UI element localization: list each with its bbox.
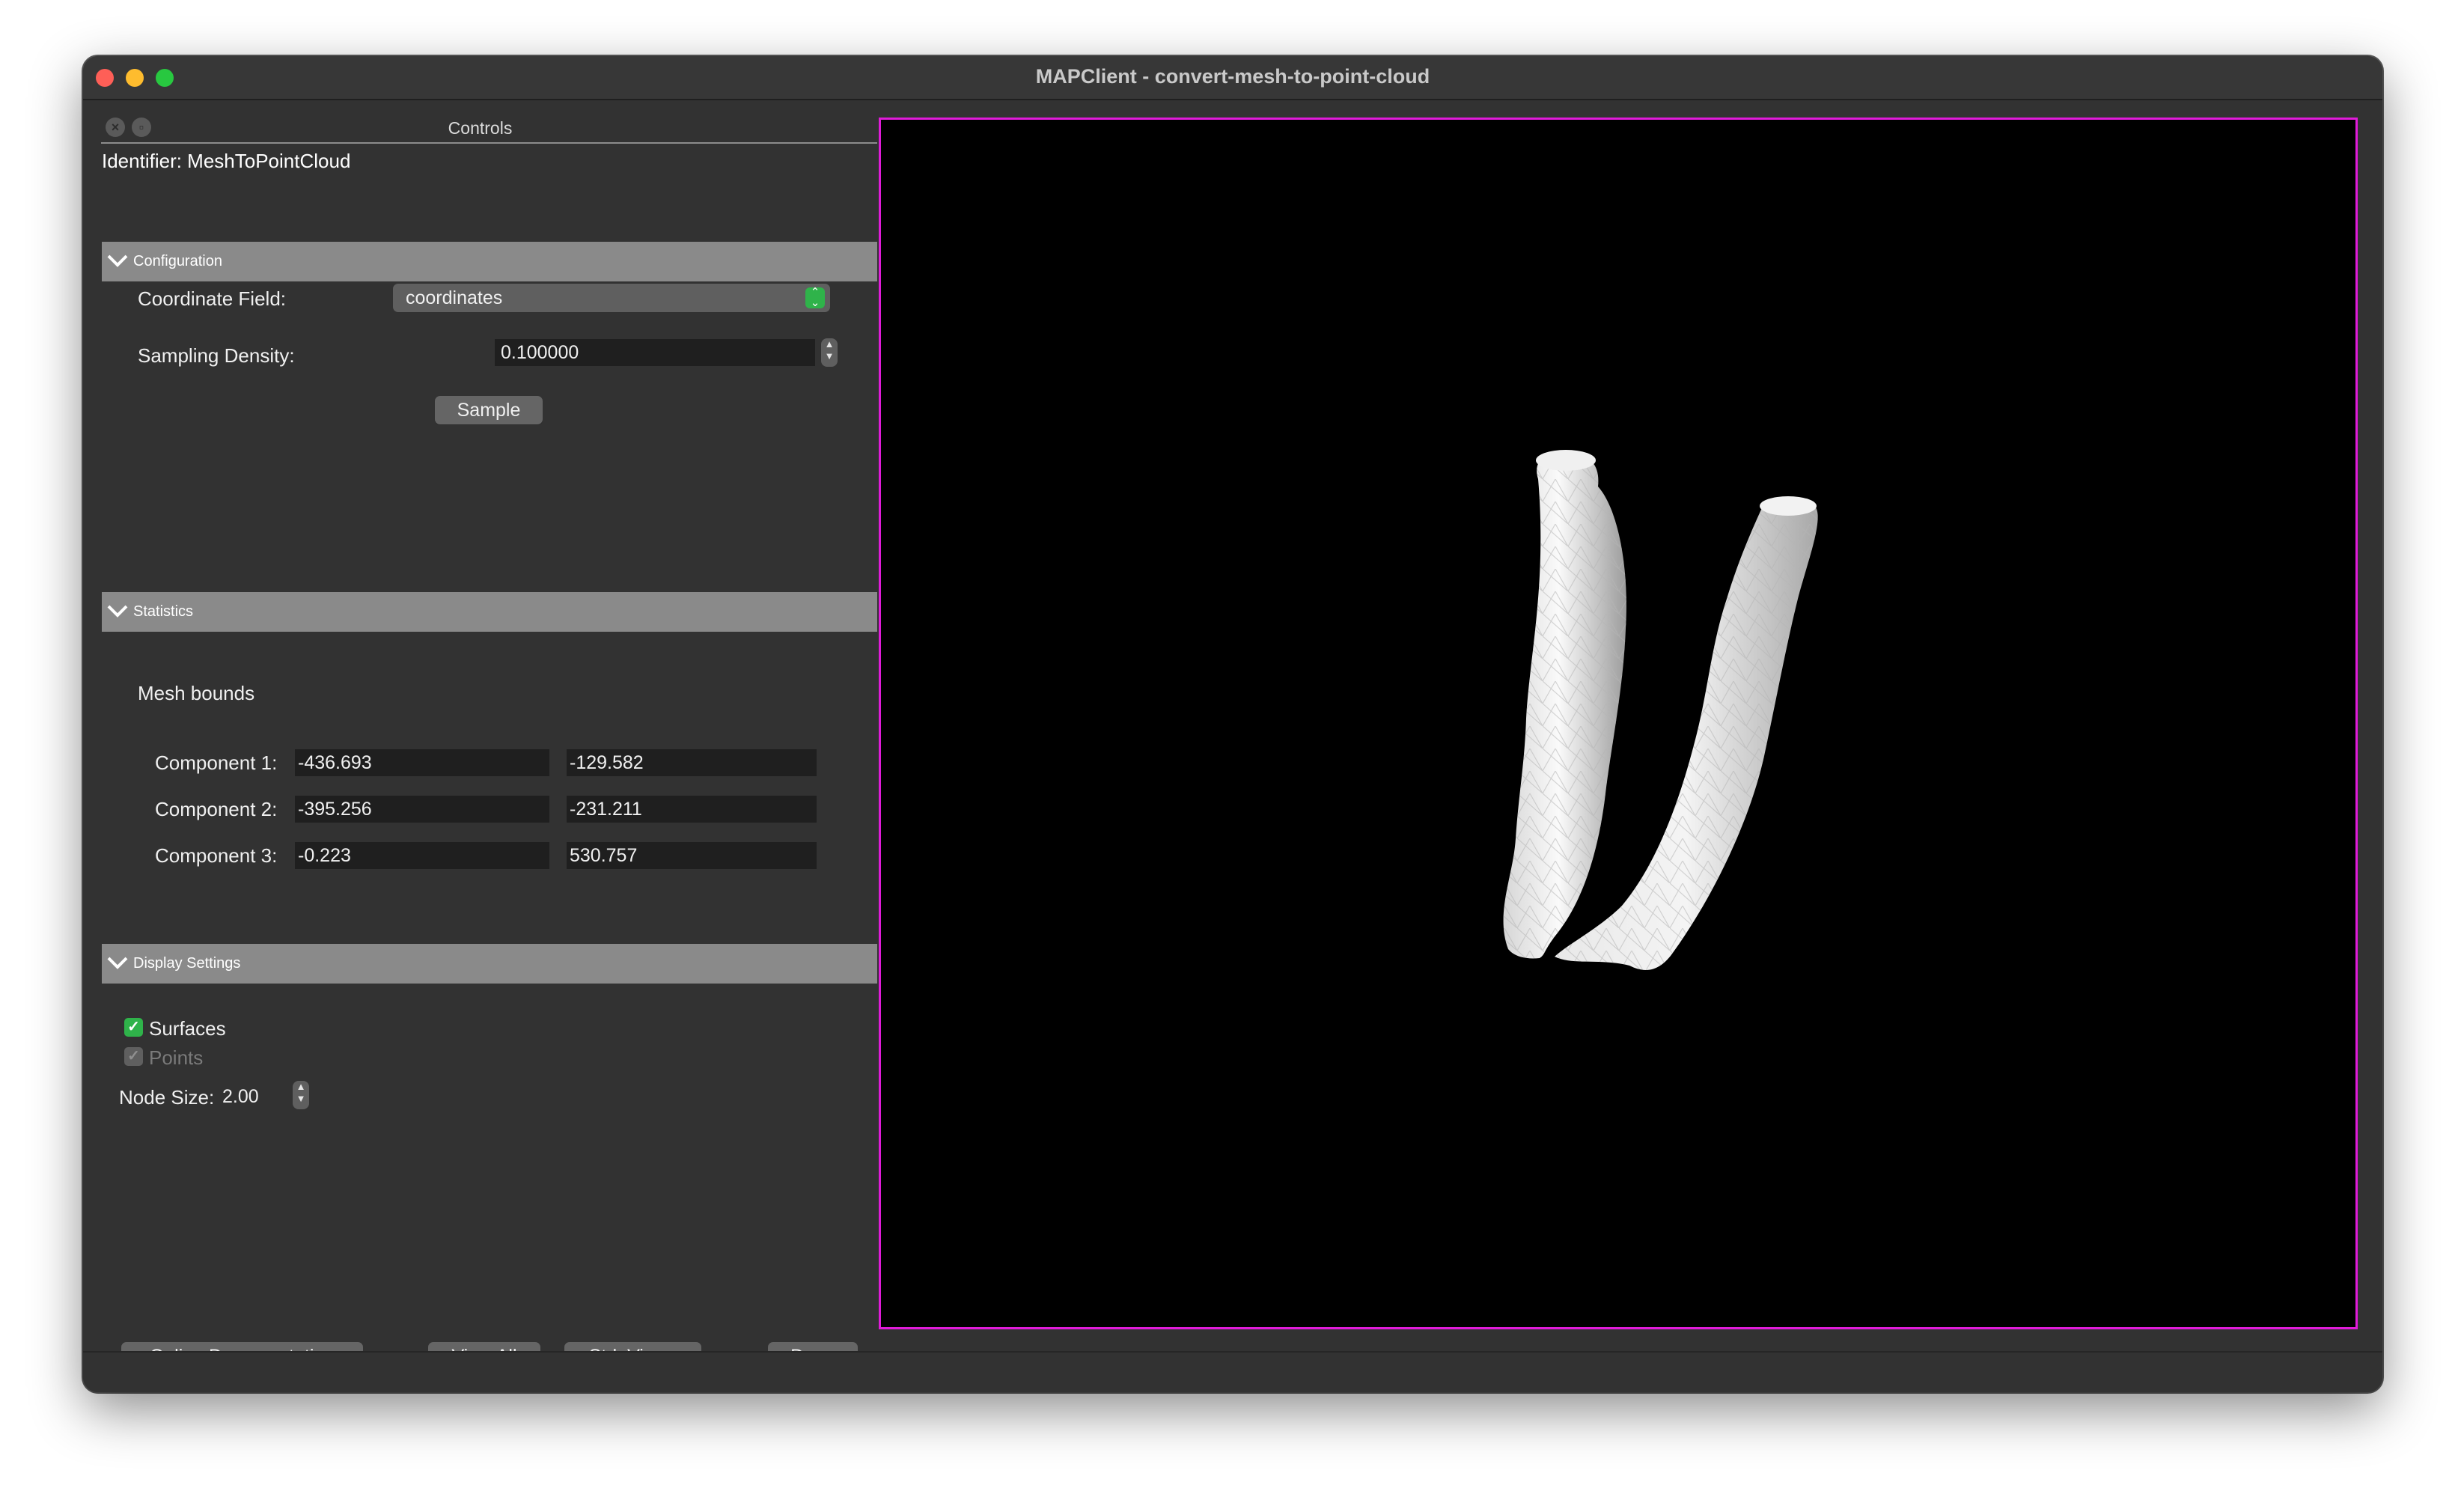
node-size-input[interactable]: 2.00 (222, 1082, 282, 1109)
component-3-min-value: -0.223 (298, 845, 351, 866)
mesh-bounds-label: Mesh bounds (138, 682, 255, 704)
configuration-header-label: Configuration (133, 253, 222, 269)
status-bar (83, 1351, 2382, 1392)
display-settings-header-label: Display Settings (133, 955, 241, 972)
left-vessel (1503, 450, 1626, 959)
component-3-max-field[interactable]: 530.757 (567, 842, 817, 869)
component-3-max-value: 530.757 (570, 845, 638, 866)
chevron-updown-icon: ⌃ ⌄ (805, 287, 825, 308)
coordinate-field-label: Coordinate Field: (138, 287, 286, 310)
statistics-header-label: Statistics (133, 603, 194, 620)
component-2-min-field[interactable]: -395.256 (295, 796, 549, 823)
stepper-icon[interactable]: ▲ ▼ (821, 338, 838, 367)
component-1-min-field[interactable]: -436.693 (295, 749, 549, 776)
app-window: MAPClient - convert-mesh-to-point-cloud … (83, 56, 2382, 1392)
sampling-density-input[interactable]: 0.100000 (495, 339, 815, 366)
component-2-max-value: -231.211 (570, 799, 642, 820)
component-2-label: Component 2: (155, 798, 278, 820)
points-checkbox: ✓ (124, 1047, 143, 1066)
component-1-max-value: -129.582 (570, 752, 644, 773)
sampling-density-value: 0.100000 (501, 342, 579, 363)
node-size-label: Node Size: (119, 1086, 215, 1109)
controls-panel: × ▫ Controls Identifier: MeshToPointClou… (83, 100, 877, 1371)
stepper-icon[interactable]: ▲ ▼ (293, 1081, 309, 1109)
node-size-value: 2.00 (222, 1086, 259, 1107)
component-3-label: Component 3: (155, 844, 278, 867)
chevron-down-icon (107, 254, 128, 267)
sample-button[interactable]: Sample (435, 396, 543, 424)
points-label: Points (149, 1046, 204, 1069)
chevron-down-icon (107, 957, 128, 969)
component-1-label: Component 1: (155, 752, 278, 774)
window-title: MAPClient - convert-mesh-to-point-cloud (1035, 65, 1430, 88)
checkmark-icon: ✓ (127, 1019, 140, 1035)
component-2-max-field[interactable]: -231.211 (567, 796, 817, 823)
surfaces-checkbox[interactable]: ✓ (124, 1018, 143, 1037)
coordinate-field-select[interactable]: coordinates ⌃ ⌄ (393, 284, 830, 312)
identifier-label: Identifier: MeshToPointCloud (102, 150, 351, 172)
component-1-max-field[interactable]: -129.582 (567, 749, 817, 776)
mesh-model (1503, 450, 1818, 970)
3d-viewer[interactable] (879, 118, 2358, 1329)
display-settings-section-header[interactable]: Display Settings (102, 944, 877, 984)
checkmark-icon: ✓ (127, 1048, 140, 1064)
component-3-min-field[interactable]: -0.223 (295, 842, 549, 869)
chevron-down-icon (107, 605, 128, 618)
component-1-min-value: -436.693 (298, 752, 372, 773)
surfaces-label: Surfaces (149, 1017, 226, 1040)
component-2-min-value: -395.256 (298, 799, 372, 820)
sampling-density-label: Sampling Density: (138, 344, 295, 367)
configuration-section-header[interactable]: Configuration (102, 242, 877, 281)
title-bar: MAPClient - convert-mesh-to-point-cloud (83, 56, 2382, 100)
title-divider (101, 142, 877, 144)
controls-title: Controls (448, 118, 513, 138)
coordinate-field-value: coordinates (406, 287, 503, 308)
statistics-section-header[interactable]: Statistics (102, 592, 877, 632)
